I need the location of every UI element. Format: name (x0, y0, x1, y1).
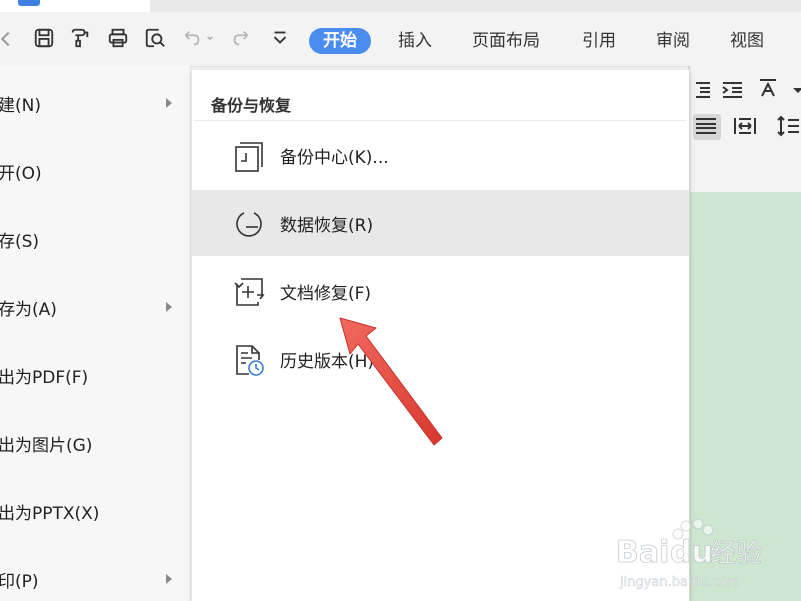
submenu-arrow-icon (166, 574, 172, 584)
file-menu-item-export-pdf[interactable]: 出为PDF(F) (0, 355, 190, 395)
tab-page-layout[interactable]: 页面布局 (472, 28, 540, 54)
distributed-align-icon[interactable] (732, 114, 760, 140)
file-menu-item-new[interactable]: 建(N) (0, 83, 190, 123)
tab-view[interactable]: 视图 (730, 28, 764, 54)
tab-home[interactable]: 开始 (309, 28, 371, 54)
file-menu-item-export-image[interactable]: 出为图片(G) (0, 423, 190, 463)
file-menu-item-open[interactable]: 开(O) (0, 151, 190, 191)
watermark-url: jingyan.baidu.com (619, 575, 740, 590)
baidu-jingyan-watermark: Bai du 经验 jingyan.baidu.com (616, 518, 762, 590)
divider (194, 120, 686, 121)
undo-icon[interactable] (180, 26, 204, 50)
format-painter-icon[interactable] (68, 26, 92, 50)
tab-references[interactable]: 引用 (582, 28, 616, 54)
print-icon[interactable] (106, 26, 130, 50)
save-icon[interactable] (32, 26, 56, 50)
layout-dropdown-icon[interactable] (786, 78, 801, 104)
tab-insert[interactable]: 插入 (398, 28, 432, 54)
file-menu-item-label: 建(N) (0, 95, 41, 116)
file-menu-item-label: 存为(A) (0, 299, 57, 320)
watermark-product: 经验 (710, 539, 762, 569)
increase-indent-icon[interactable] (720, 78, 748, 104)
document-tab-icon (18, 0, 40, 6)
document-repair-icon (232, 275, 266, 309)
document-repair-label: 文档修复(F) (280, 283, 372, 304)
data-recovery-icon (232, 207, 266, 241)
annotation-arrow-icon (339, 317, 443, 446)
file-menu-item-print[interactable]: 印(P) (0, 559, 190, 599)
chinese-layout-icon[interactable] (757, 76, 785, 102)
redo-icon[interactable] (229, 26, 253, 50)
customize-dropdown-icon[interactable] (268, 26, 292, 50)
file-menu-item-label: 出为PPTX(X) (0, 503, 100, 524)
line-spacing-icon[interactable] (775, 114, 801, 140)
file-menu-item-export-pptx[interactable]: 出为PPTX(X) (0, 491, 190, 531)
justify-align-icon[interactable] (693, 114, 721, 140)
watermark-brand: Bai (616, 535, 669, 570)
data-recovery-item[interactable]: 数据恢复(R) (192, 190, 689, 256)
data-recovery-label: 数据恢复(R) (280, 215, 374, 236)
file-menu-item-label: 出为PDF(F) (0, 367, 89, 388)
file-menu-item-label: 出为图片(G) (0, 435, 93, 456)
submenu-arrow-icon (166, 302, 172, 312)
decrease-indent-icon[interactable] (688, 78, 716, 104)
file-menu-item-label: 存(S) (0, 231, 40, 252)
backup-recovery-title: 备份与恢复 (211, 96, 292, 115)
file-menu-item-save-as[interactable]: 存为(A) (0, 287, 190, 327)
file-menu-item-label: 印(P) (0, 571, 39, 592)
undo-dropdown-icon[interactable] (203, 26, 217, 50)
print-preview-icon[interactable] (143, 26, 167, 50)
backup-center-label: 备份中心(K)... (280, 147, 389, 168)
watermark-brand-suffix: du (670, 535, 713, 570)
backup-center-icon (232, 139, 266, 173)
submenu-arrow-icon (166, 98, 172, 108)
file-menu-item-save[interactable]: 存(S) (0, 219, 190, 259)
backup-center-item[interactable]: 备份中心(K)... (192, 122, 689, 188)
file-menu-item-label: 开(O) (0, 163, 42, 184)
history-version-icon (232, 343, 266, 377)
tab-review[interactable]: 审阅 (656, 28, 690, 54)
